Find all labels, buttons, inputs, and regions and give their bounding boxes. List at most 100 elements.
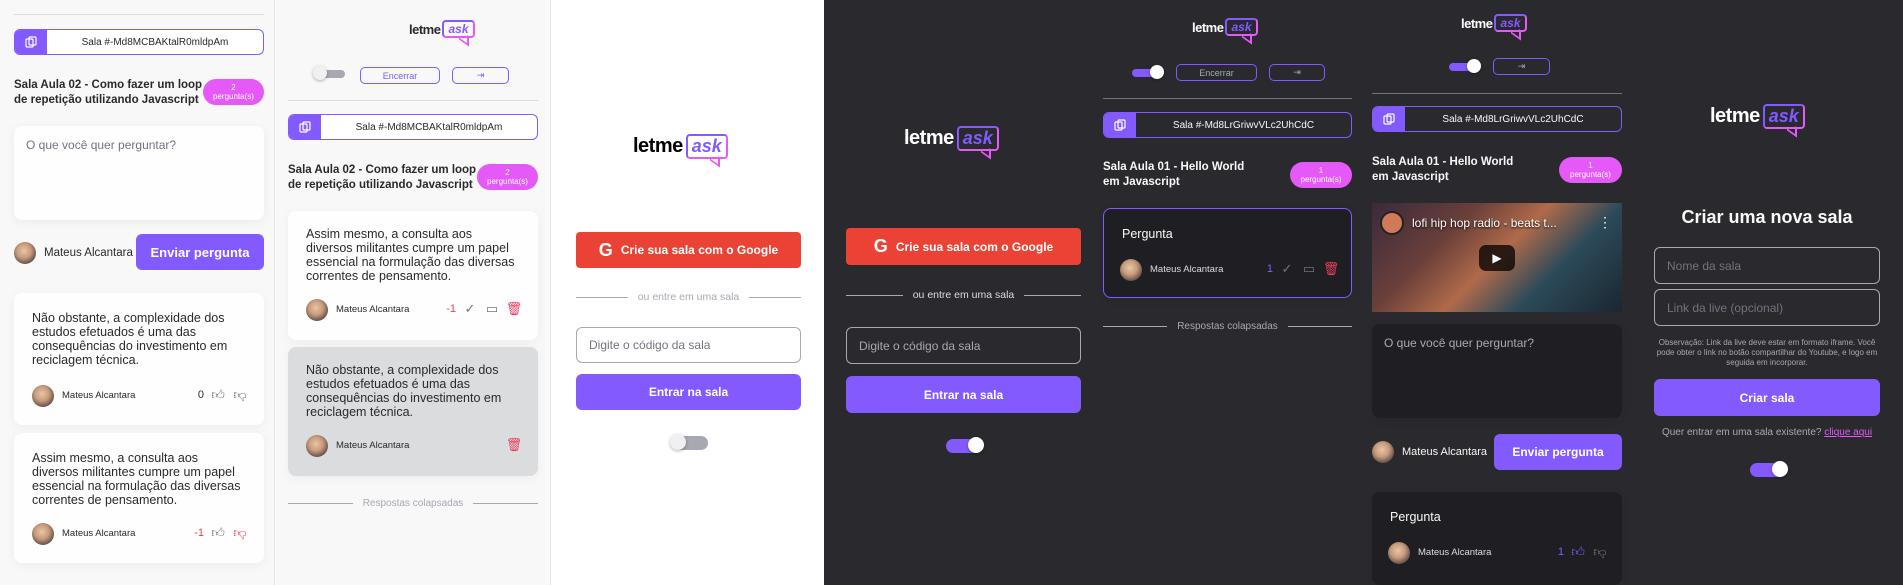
answer-icon[interactable]: ▭ <box>484 301 500 317</box>
logo: letme ask <box>1461 14 1527 32</box>
logout-button[interactable]: ⇥ <box>1269 64 1325 81</box>
more-options-icon[interactable]: ⋮ <box>1598 214 1612 231</box>
theme-toggle[interactable] <box>670 434 708 450</box>
enter-room-button[interactable]: Entrar na sala <box>576 374 801 410</box>
question-count-badge: 1 pergunta(s) <box>1559 157 1622 183</box>
thumbs-up-icon[interactable]: 👍︎ <box>1570 544 1586 560</box>
google-create-button[interactable]: G Crie sua sala com o Google <box>846 228 1081 265</box>
panel-light-admin: letme ask Encerrar ⇥ Sala #-Md8MCBAKtalR0… <box>274 0 551 585</box>
like-count: -1 <box>446 303 456 315</box>
logo: letme ask <box>633 134 728 159</box>
question-text: Pergunta <box>1390 510 1441 524</box>
logo-ask: ask <box>1494 14 1527 32</box>
theme-toggle[interactable] <box>1750 461 1788 477</box>
logout-icon: ⇥ <box>476 70 485 80</box>
thumbs-up-icon[interactable]: 👍︎ <box>210 525 226 541</box>
copy-icon <box>1104 113 1136 137</box>
room-code-button[interactable]: Sala #-Md8MCBAKtalR0mldpAm <box>14 29 264 55</box>
video-channel-avatar <box>1380 211 1404 235</box>
user-name: Mateus Alcantara <box>44 247 133 259</box>
question-text: Não obstante, a complexidade dos estudos… <box>32 311 228 367</box>
check-icon[interactable]: ✓ <box>462 301 478 317</box>
room-code-input[interactable]: Digite o código da sala <box>846 327 1081 364</box>
panel-dark-home: letme ask G Crie sua sala com o Google ou … <box>824 0 1100 585</box>
or-divider: ou entre em uma sala <box>576 291 801 303</box>
question-author: Mateus Alcantara <box>306 299 409 321</box>
logo-ask: ask <box>685 134 728 159</box>
play-button[interactable]: ▶ <box>1479 245 1515 271</box>
logout-icon: ⇥ <box>1293 67 1301 77</box>
question-author: Mateus Alcantara <box>306 435 409 457</box>
like-count: 1 <box>1266 263 1273 275</box>
room-code-button[interactable]: Sala #-Md8LrGriwvVLc2UhCdC <box>1103 112 1352 138</box>
question-text: Assim mesmo, a consulta aos diversos mil… <box>306 227 515 283</box>
google-create-button[interactable]: G Crie sua sala com o Google <box>576 232 801 268</box>
logo-letme: letme <box>633 135 683 157</box>
logo-letme: letme <box>904 127 954 149</box>
close-room-button[interactable]: Encerrar <box>1176 64 1257 81</box>
send-question-button[interactable]: Enviar pergunta <box>1494 434 1622 470</box>
question-card: Pergunta Mateus Alcantara 1 👍︎ 👎︎ <box>1372 492 1622 585</box>
iframe-note: Observação: Link da live deve estar em f… <box>1656 338 1878 367</box>
logo: letme ask <box>1192 18 1258 36</box>
create-room-button[interactable]: Criar sala <box>1654 379 1880 416</box>
trash-icon[interactable]: 🗑︎ <box>506 437 523 453</box>
question-actions: -1 👍︎ 👎︎ <box>194 525 248 541</box>
theme-toggle[interactable] <box>946 437 984 453</box>
logo-ask: ask <box>442 20 475 38</box>
avatar <box>1388 542 1410 564</box>
room-title: Sala Aula 01 - Hello World em Javascript <box>1372 156 1514 183</box>
room-title: Sala Aula 02 - Como fazer um loop de rep… <box>14 79 203 106</box>
question-textarea[interactable]: O que você quer perguntar? <box>1372 324 1622 418</box>
question-author: Mateus Alcantara <box>1388 542 1491 564</box>
room-code-label: Sala #-Md8LrGriwvVLc2UhCdC <box>1442 113 1584 125</box>
live-video-embed[interactable]: lofi hip hop radio - beats t... ⋮ ▶ <box>1372 203 1622 312</box>
question-count-badge: 1 pergunta(s) <box>1290 162 1352 188</box>
enter-room-button[interactable]: Entrar na sala <box>846 376 1081 413</box>
question-textarea[interactable]: O que você quer perguntar? <box>14 126 264 220</box>
logo-letme: letme <box>1461 15 1493 31</box>
room-name-input[interactable]: Nome da sala <box>1654 247 1880 284</box>
avatar <box>306 435 328 457</box>
theme-toggle[interactable] <box>313 66 345 80</box>
click-here-link[interactable]: clique aqui <box>1824 427 1872 438</box>
room-code-button[interactable]: Sala #-Md8LrGriwvVLc2UhCdC <box>1372 106 1622 132</box>
avatar <box>32 523 54 545</box>
theme-toggle[interactable] <box>1449 59 1481 73</box>
question-card: Assim mesmo, a consulta aos diversos mil… <box>14 433 264 563</box>
panel-dark-admin: letme ask Encerrar ⇥ Sala #-Md8LrGriwvVLc… <box>1100 0 1367 585</box>
question-card-answered: Não obstante, a complexidade dos estudos… <box>288 347 538 476</box>
google-icon: G <box>873 236 888 256</box>
logo: letme ask <box>904 126 999 151</box>
google-icon: G <box>598 239 613 260</box>
avatar <box>32 385 54 407</box>
live-link-input[interactable]: Link da live (opcional) <box>1654 289 1880 326</box>
check-icon[interactable]: ✓ <box>1279 261 1295 277</box>
question-count-badge: 2 pergunta(s) <box>477 164 538 190</box>
thumbs-down-icon[interactable]: 👎︎ <box>1592 544 1608 560</box>
trash-icon[interactable]: 🗑︎ <box>1323 261 1340 277</box>
answer-icon[interactable]: ▭ <box>1301 261 1317 277</box>
thumbs-down-icon[interactable]: 👎︎ <box>232 525 248 541</box>
room-code-input[interactable]: Digite o código da sala <box>576 327 801 363</box>
room-title: Sala Aula 02 - Como fazer um loop de rep… <box>288 164 477 191</box>
user-info: Mateus Alcantara <box>14 242 133 264</box>
trash-icon[interactable]: 🗑︎ <box>506 301 523 317</box>
room-code-button[interactable]: Sala #-Md8MCBAKtalR0mldpAm <box>288 114 538 140</box>
send-question-button[interactable]: Enviar pergunta <box>136 234 264 270</box>
logout-button[interactable]: ⇥ <box>452 67 509 84</box>
question-actions: 1 👍︎ 👎︎ <box>1558 544 1608 560</box>
play-icon: ▶ <box>1492 251 1502 265</box>
question-card: Não obstante, a complexidade dos estudos… <box>14 293 264 425</box>
theme-toggle[interactable] <box>1132 65 1164 79</box>
like-count: 1 <box>1557 546 1564 558</box>
logo-letme: letme <box>1710 105 1760 127</box>
thumbs-down-icon[interactable]: 👎︎ <box>232 387 248 403</box>
collapsed-divider: Respostas colapsadas <box>288 498 538 509</box>
thumbs-up-icon[interactable]: 👍︎ <box>210 387 226 403</box>
avatar <box>1372 441 1394 463</box>
question-text: Pergunta <box>1122 227 1173 241</box>
close-room-button[interactable]: Encerrar <box>360 67 440 84</box>
logout-button[interactable]: ⇥ <box>1493 58 1550 75</box>
copy-icon <box>15 30 47 54</box>
